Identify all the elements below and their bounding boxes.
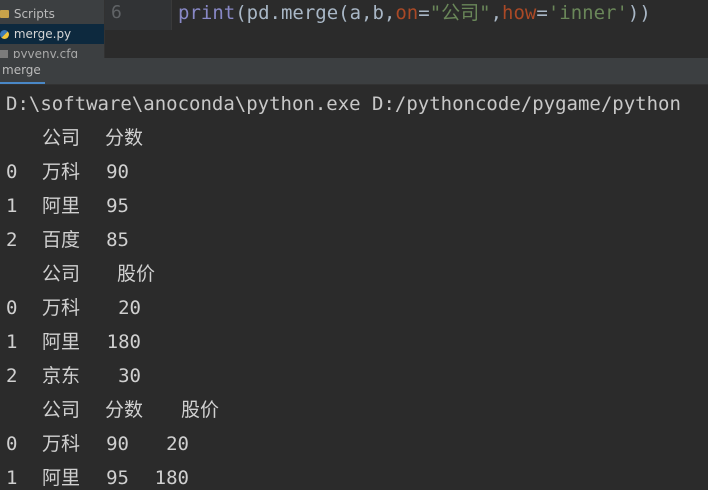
run-toolwindow-header: merge: [0, 58, 708, 85]
top-strip: Scripts merge.py pyvenv.cfg 6 print(pd.m…: [0, 0, 708, 58]
column-header: 公司: [42, 127, 81, 149]
folder-icon: [0, 10, 9, 18]
cell-value: 30: [118, 365, 141, 387]
code-token: on: [395, 2, 419, 24]
column-header: 分数: [105, 127, 144, 149]
tree-item-pyvenv-cfg[interactable]: pyvenv.cfg: [0, 44, 104, 58]
editor-area[interactable]: [105, 30, 708, 58]
cell-value: 阿里: [42, 331, 81, 353]
cell-value: 百度: [42, 229, 81, 251]
row-index: 1: [6, 467, 18, 489]
row-index: 0: [6, 161, 18, 183]
column-header: 股价: [181, 399, 220, 421]
python-file-icon: [0, 30, 9, 39]
console-command-line: D:\software\anoconda\python.exe D:/pytho…: [6, 93, 681, 115]
row-index: 0: [6, 433, 18, 455]
row-index: 2: [6, 365, 18, 387]
project-tree: Scripts merge.py pyvenv.cfg: [0, 0, 105, 58]
cell-value: 万科: [42, 161, 81, 183]
code-token: 'inner': [547, 2, 628, 24]
tree-item-label: Scripts: [13, 7, 55, 21]
cell-value: 京东: [42, 365, 81, 387]
run-console[interactable]: D:\software\anoconda\python.exe D:/pytho…: [0, 85, 708, 490]
row-index: 1: [6, 195, 18, 217]
row-index: 0: [6, 297, 18, 319]
cell-value: 180: [106, 331, 141, 353]
run-tab-merge[interactable]: merge: [0, 58, 45, 84]
column-header: 分数: [105, 399, 144, 421]
cell-value: 95: [106, 195, 129, 217]
cell-value: 90: [106, 433, 129, 455]
cell-value: 85: [106, 229, 129, 251]
column-header: 公司: [42, 399, 81, 421]
editor-gutter: 6: [105, 0, 172, 30]
tree-item-label: merge.py: [13, 27, 72, 41]
cell-value: 万科: [42, 297, 81, 319]
code-token: =: [418, 2, 430, 24]
code-token: (pd.merge(a,b,: [235, 2, 396, 24]
column-header: 股价: [117, 263, 156, 285]
cell-value: 180: [154, 467, 189, 489]
tree-item-label: pyvenv.cfg: [12, 47, 79, 58]
code-line[interactable]: print(pd.merge(a,b,on="公司",how='inner')): [178, 1, 651, 25]
tree-item-merge-py[interactable]: merge.py: [0, 24, 104, 44]
code-token: =: [536, 2, 548, 24]
cell-value: 阿里: [42, 467, 81, 489]
row-index: 2: [6, 229, 18, 251]
cell-value: 90: [106, 161, 129, 183]
code-editor[interactable]: print(pd.merge(a,b,on="公司",how='inner')): [172, 0, 708, 30]
column-header: 公司: [42, 263, 81, 285]
config-file-icon: [0, 50, 8, 58]
cell-value: 20: [118, 297, 141, 319]
code-token: "公司": [429, 2, 491, 24]
tree-item-scripts[interactable]: Scripts: [0, 4, 104, 24]
code-token: print: [178, 2, 236, 24]
cell-value: 阿里: [42, 195, 81, 217]
cell-value: 95: [106, 467, 129, 489]
code-token: )): [627, 2, 651, 24]
line-number: 6: [111, 2, 122, 23]
code-token: how: [502, 2, 537, 24]
row-index: 1: [6, 331, 18, 353]
code-token: ,: [490, 2, 503, 24]
cell-value: 20: [166, 433, 189, 455]
cell-value: 万科: [42, 433, 81, 455]
